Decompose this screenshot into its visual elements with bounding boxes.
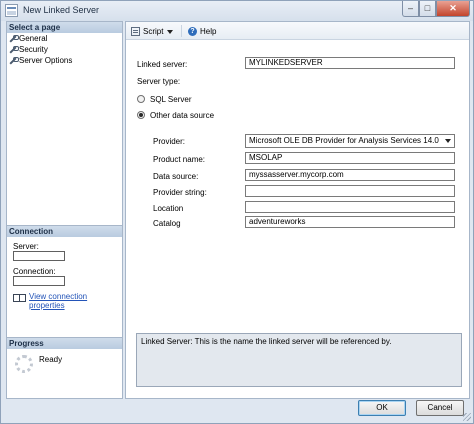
left-pane: Select a page General Security Server Op… — [6, 21, 123, 399]
help-button[interactable]: ? Help — [188, 26, 216, 37]
server-label: Server: — [13, 242, 39, 251]
ok-button[interactable]: OK — [358, 400, 406, 416]
sql-server-radio[interactable] — [137, 95, 145, 103]
title-bar[interactable]: New Linked Server – □ ✕ — [1, 1, 473, 21]
view-connection-properties-link[interactable]: View connection properties — [29, 292, 122, 310]
linked-server-label: Linked server: — [137, 60, 188, 69]
server-type-label: Server type: — [137, 77, 181, 86]
sidebar-item-general[interactable]: General — [9, 34, 47, 44]
dialog-window: New Linked Server – □ ✕ Select a page Ge… — [0, 0, 474, 424]
sidebar-item-security[interactable]: Security — [9, 45, 48, 55]
connection-header: Connection — [7, 226, 122, 237]
provider-label: Provider: — [153, 137, 186, 146]
wrench-icon — [9, 46, 19, 54]
script-icon — [131, 27, 140, 36]
other-data-source-radio[interactable] — [137, 111, 145, 119]
select-page-header: Select a page — [7, 22, 122, 33]
wrench-icon — [9, 35, 19, 43]
catalog-label: Catalog — [153, 219, 181, 228]
toolbar-separator — [181, 25, 182, 37]
sidebar-item-label: Server Options — [19, 56, 73, 65]
app-icon — [5, 4, 18, 17]
script-button[interactable]: Script — [131, 26, 174, 37]
progress-spinner-icon — [15, 355, 33, 373]
catalog-input[interactable]: adventureworks — [245, 216, 455, 228]
resize-grip-icon[interactable] — [463, 413, 471, 421]
progress-header: Progress — [7, 338, 122, 349]
data-source-input[interactable]: myssasserver.mycorp.com — [245, 169, 455, 181]
cancel-button[interactable]: Cancel — [416, 400, 464, 416]
sidebar-item-label: Security — [19, 45, 48, 54]
script-label: Script — [143, 27, 164, 36]
connection-label: Connection: — [13, 267, 56, 276]
maximize-button[interactable]: □ — [419, 1, 436, 17]
provider-string-label: Provider string: — [153, 188, 207, 197]
minimize-button[interactable]: – — [402, 1, 419, 17]
provider-select[interactable]: Microsoft OLE DB Provider for Analysis S… — [245, 134, 455, 148]
connection-value — [13, 276, 65, 286]
provider-value: Microsoft OLE DB Provider for Analysis S… — [249, 136, 439, 145]
sidebar-item-server-options[interactable]: Server Options — [9, 56, 72, 66]
toolbar: Script ? Help — [126, 22, 469, 40]
chevron-down-icon — [167, 29, 174, 34]
window-title: New Linked Server — [23, 5, 100, 15]
other-data-source-radio-label: Other data source — [150, 111, 215, 120]
sidebar-item-label: General — [19, 34, 48, 43]
close-button[interactable]: ✕ — [436, 1, 470, 17]
chevron-down-icon — [445, 139, 451, 143]
provider-string-input[interactable] — [245, 185, 455, 197]
help-icon: ? — [188, 27, 197, 36]
product-name-input[interactable]: MSOLAP — [245, 152, 455, 164]
data-source-label: Data source: — [153, 172, 199, 181]
product-name-label: Product name: — [153, 155, 206, 164]
location-label: Location — [153, 204, 184, 213]
right-pane: Script ? Help Linked server: MYLINKEDSER… — [125, 21, 470, 399]
help-label: Help — [200, 27, 217, 36]
connection-properties-icon — [13, 292, 26, 302]
description-box: Linked Server: This is the name the link… — [136, 333, 462, 387]
linked-server-input[interactable]: MYLINKEDSERVER — [245, 57, 455, 69]
wrench-icon — [9, 57, 19, 65]
sql-server-radio-label: SQL Server — [150, 95, 192, 104]
server-value — [13, 251, 65, 261]
progress-status: Ready — [39, 355, 63, 364]
location-input[interactable] — [245, 201, 455, 213]
